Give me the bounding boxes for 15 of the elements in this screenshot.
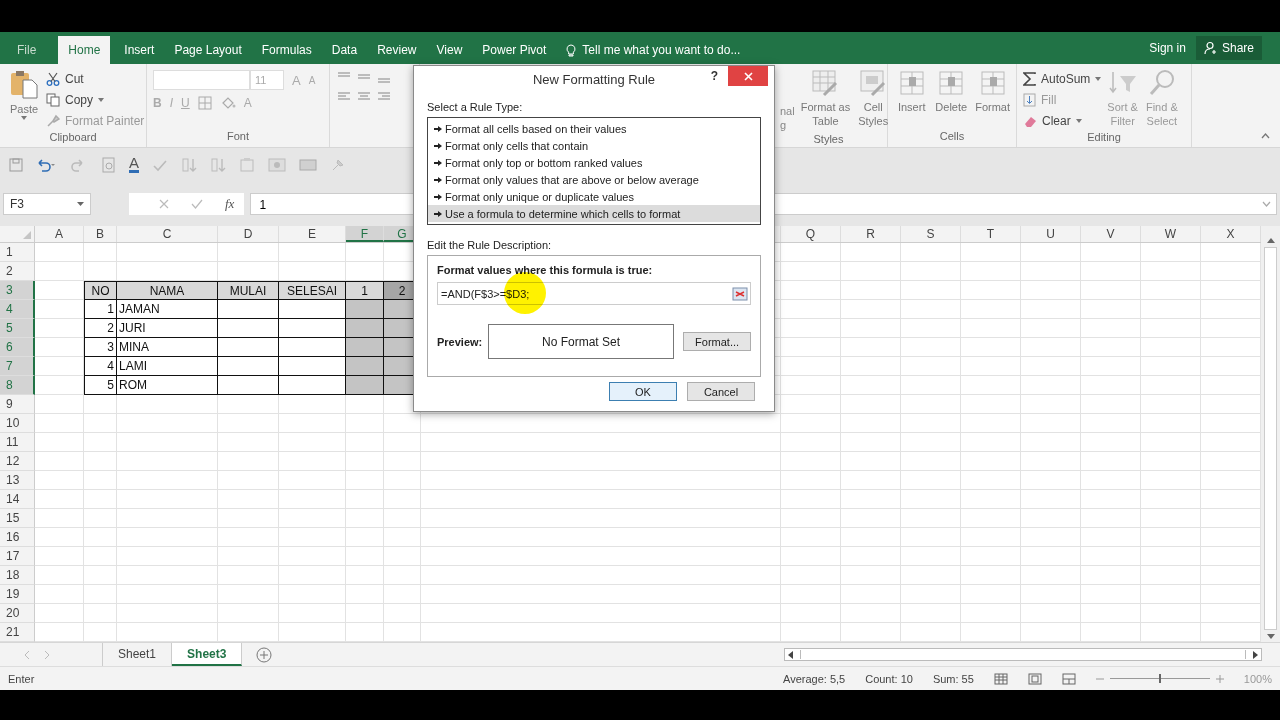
group-label: Font — [226, 129, 250, 144]
group-label: Clipboard — [48, 130, 98, 145]
group-label: Cells — [938, 129, 966, 144]
dialog-title: New Formatting Rule — [532, 71, 656, 87]
formula-label: Format values where this formula is true: — [437, 264, 654, 276]
section-label: Edit the Rule Description: — [427, 239, 553, 251]
preview-label: Preview: — [437, 335, 484, 348]
status-mode: Enter — [8, 672, 35, 685]
average-readout: Average: 5,5 — [783, 672, 846, 685]
count-readout: Count: 10 — [865, 672, 913, 685]
section-label: Select a Rule Type: — [427, 101, 524, 113]
group-label: Editing — [1086, 130, 1122, 145]
group-label: Styles — [812, 132, 845, 147]
sum-readout: Sum: 55 — [932, 672, 974, 685]
preview-box: No Format Set — [487, 324, 675, 359]
